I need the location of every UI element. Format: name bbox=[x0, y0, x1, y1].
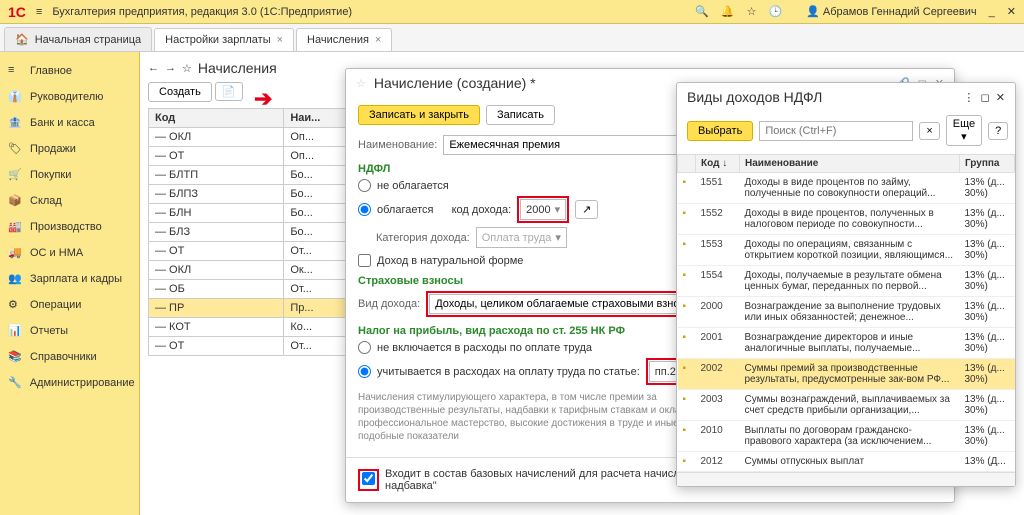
star-icon[interactable]: ☆ bbox=[747, 5, 757, 18]
sidebar-item-sales[interactable]: 🏷Продажи bbox=[0, 136, 139, 162]
app-title: Бухгалтерия предприятия, редакция 3.0 (1… bbox=[52, 6, 695, 18]
star-icon[interactable]: ☆ bbox=[182, 62, 192, 75]
table-row[interactable]: ▪2010Выплаты по договорам гражданско-пра… bbox=[678, 421, 1015, 452]
user-label[interactable]: 👤 Абрамов Геннадий Сергеевич bbox=[806, 5, 977, 18]
open-ref-button[interactable]: ↗ bbox=[575, 200, 598, 219]
not-taxed-label: не облагается bbox=[377, 180, 449, 192]
close-icon[interactable]: ✕ bbox=[996, 91, 1005, 104]
table-row[interactable]: ▪1552Доходы в виде процентов, полученных… bbox=[678, 204, 1015, 235]
included-label: учитывается в расходах на оплату труда п… bbox=[377, 366, 640, 378]
table-row[interactable]: ▪2003Суммы вознаграждений, выплачиваемых… bbox=[678, 390, 1015, 421]
table-row[interactable]: ▪2002Суммы премий за производственные ре… bbox=[678, 359, 1015, 390]
col-name[interactable]: Наименование bbox=[740, 155, 960, 173]
ndfl-table: Код ↓ Наименование Группа ▪1551Доходы в … bbox=[677, 154, 1015, 472]
income-type-label: Вид дохода: bbox=[358, 298, 420, 310]
not-included-radio[interactable] bbox=[358, 341, 371, 354]
included-radio[interactable] bbox=[358, 365, 371, 378]
natural-income-check[interactable] bbox=[358, 254, 371, 267]
table-row[interactable]: ▪2000Вознаграждение за выполнение трудов… bbox=[678, 297, 1015, 328]
nav-back-icon[interactable]: ← bbox=[148, 62, 159, 74]
table-row[interactable]: ▪1551Доходы в виде процентов по займу, п… bbox=[678, 173, 1015, 204]
taxed-radio[interactable] bbox=[358, 203, 371, 216]
not-included-label: не включается в расходы по оплате труда bbox=[377, 342, 592, 354]
col-group[interactable]: Группа bbox=[960, 155, 1015, 173]
more-button[interactable]: Еще ▾ bbox=[946, 115, 982, 146]
sidebar: ≡Главное 👔Руководителю 🏦Банк и касса 🏷Пр… bbox=[0, 52, 140, 515]
footnote-text: Начисления стимулирующего характера, в т… bbox=[358, 391, 718, 443]
not-taxed-radio[interactable] bbox=[358, 179, 371, 192]
natural-income-label: Доход в натуральной форме bbox=[377, 255, 523, 267]
sidebar-item-operations[interactable]: ⚙Операции bbox=[0, 292, 139, 318]
ndfl-types-panel: Виды доходов НДФЛ ⋮ ◻ ✕ Выбрать × Еще ▾ … bbox=[676, 82, 1016, 487]
menu-icon[interactable]: ≡ bbox=[36, 6, 42, 18]
bell-icon[interactable]: 🔔 bbox=[721, 5, 735, 18]
copy-button[interactable]: 📄 bbox=[215, 82, 243, 101]
sidebar-item-reports[interactable]: 📊Отчеты bbox=[0, 318, 139, 344]
col-code[interactable]: Код bbox=[149, 109, 284, 128]
close-icon[interactable]: ✕ bbox=[1007, 5, 1016, 18]
star-icon[interactable]: ☆ bbox=[356, 77, 366, 90]
search-input[interactable] bbox=[759, 121, 913, 141]
chevron-down-icon: ▾ bbox=[555, 203, 561, 216]
minimize-icon[interactable]: _ bbox=[989, 6, 995, 18]
category-label: Категория дохода: bbox=[376, 232, 470, 244]
sidebar-item-manager[interactable]: 👔Руководителю bbox=[0, 84, 139, 110]
panel-title: Начисления bbox=[198, 60, 277, 76]
titlebar: 1С ≡ Бухгалтерия предприятия, редакция 3… bbox=[0, 0, 1024, 24]
help-button[interactable]: ? bbox=[988, 122, 1008, 140]
tab-close-icon[interactable]: × bbox=[277, 34, 283, 46]
nav-fwd-icon[interactable]: → bbox=[165, 62, 176, 74]
ndfl-panel-title: Виды доходов НДФЛ bbox=[687, 89, 963, 105]
sidebar-item-production[interactable]: 🏭Производство bbox=[0, 214, 139, 240]
income-type-input[interactable] bbox=[429, 294, 699, 314]
col-code[interactable]: Код ↓ bbox=[696, 155, 740, 173]
sidebar-item-salary[interactable]: 👥Зарплата и кадры bbox=[0, 266, 139, 292]
tab-home[interactable]: 🏠 Начальная страница bbox=[4, 27, 152, 51]
sidebar-item-bank[interactable]: 🏦Банк и касса bbox=[0, 110, 139, 136]
tabbar: 🏠 Начальная страница Настройки зарплаты×… bbox=[0, 24, 1024, 52]
search-icon[interactable]: 🔍 bbox=[695, 5, 709, 18]
sidebar-item-warehouse[interactable]: 📦Склад bbox=[0, 188, 139, 214]
sidebar-item-admin[interactable]: 🔧Администрирование bbox=[0, 370, 139, 396]
more-icon[interactable]: ⋮ bbox=[963, 91, 974, 104]
titlebar-tools: 🔍 🔔 ☆ 🕒 👤 Абрамов Геннадий Сергеевич _ ✕ bbox=[695, 5, 1016, 18]
income-code-select[interactable]: 2000 ▾ bbox=[520, 199, 566, 220]
scrollbar[interactable] bbox=[677, 472, 1015, 486]
select-button[interactable]: Выбрать bbox=[687, 121, 753, 141]
tab-accruals[interactable]: Начисления× bbox=[296, 28, 392, 51]
tab-close-icon[interactable]: × bbox=[375, 34, 381, 46]
income-code-label: код дохода: bbox=[452, 204, 512, 216]
table-row[interactable]: ▪1553Доходы по операциям, связанным с от… bbox=[678, 235, 1015, 266]
sidebar-item-main[interactable]: ≡Главное bbox=[0, 58, 139, 84]
taxed-label: облагается bbox=[377, 204, 433, 216]
table-row[interactable]: ▪1554Доходы, получаемые в результате обм… bbox=[678, 266, 1015, 297]
tab-salary-settings[interactable]: Настройки зарплаты× bbox=[154, 28, 294, 51]
window-icon[interactable]: ◻ bbox=[981, 91, 990, 104]
save-button[interactable]: Записать bbox=[486, 105, 555, 125]
sidebar-item-purchases[interactable]: 🛒Покупки bbox=[0, 162, 139, 188]
table-row[interactable]: ▪2001Вознаграждение директоров и иные ан… bbox=[678, 328, 1015, 359]
create-button[interactable]: Создать bbox=[148, 82, 212, 102]
category-select: Оплата труда ▾ bbox=[476, 227, 567, 248]
base-accrual-check[interactable] bbox=[362, 472, 375, 485]
history-icon[interactable]: 🕒 bbox=[768, 5, 782, 18]
app-logo: 1С bbox=[8, 4, 26, 20]
save-close-button[interactable]: Записать и закрыть bbox=[358, 105, 480, 125]
sidebar-item-dictionaries[interactable]: 📚Справочники bbox=[0, 344, 139, 370]
name-label: Наименование: bbox=[358, 139, 437, 151]
name-input[interactable] bbox=[443, 135, 703, 155]
sidebar-item-assets[interactable]: 🚚ОС и НМА bbox=[0, 240, 139, 266]
table-row[interactable]: ▪2012Суммы отпускных выплат13% (Д... bbox=[678, 452, 1015, 472]
clear-button[interactable]: × bbox=[919, 122, 939, 140]
